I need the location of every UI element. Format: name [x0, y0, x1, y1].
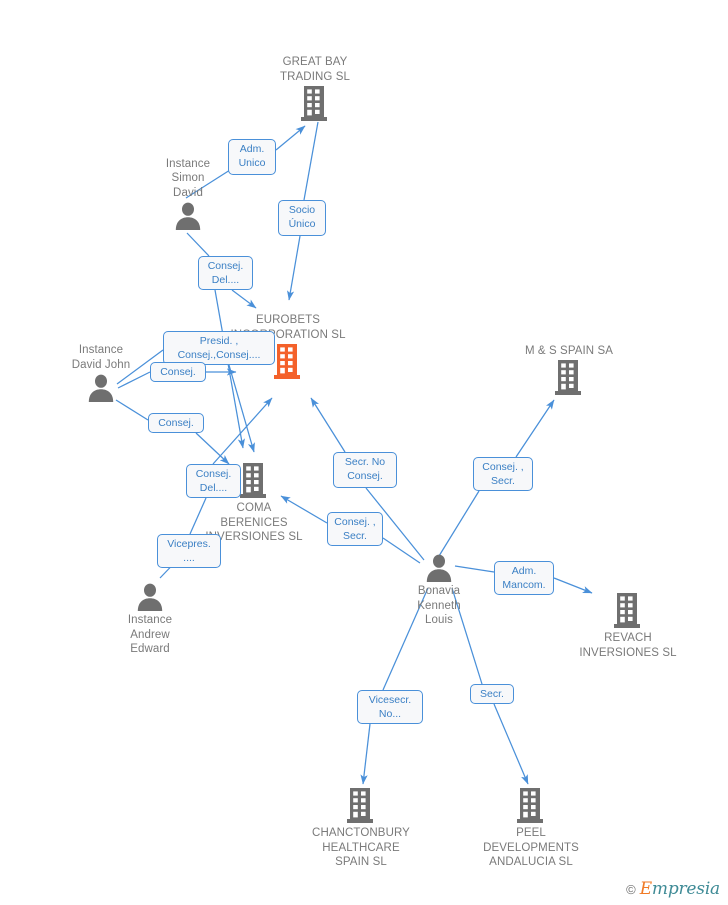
company-building-icon — [274, 344, 300, 379]
brand-remainder: mpresia — [651, 879, 720, 899]
edge-admunico-greatbay — [275, 125, 306, 151]
edge-label-lbl_consej_secr_2[interactable]: Consej. , Secr. — [473, 457, 533, 491]
node-andrew_edward[interactable]: Instance Andrew Edward — [90, 582, 210, 657]
person-icon-simon_david — [128, 201, 248, 231]
node-ms_spain[interactable]: M & S SPAIN SA — [509, 344, 629, 398]
edge-label-lbl_consej_del_top[interactable]: Consej. Del.... — [198, 256, 253, 290]
node-label-peel: PEEL DEVELOPMENTS ANDALUCIA SL — [483, 827, 579, 868]
company-building-icon — [240, 463, 266, 498]
person-avatar-icon — [426, 554, 452, 582]
edge-consejdel-eurobets — [231, 289, 257, 309]
node-label-great_bay: GREAT BAY TRADING SL — [279, 56, 350, 83]
company-icon-peel — [471, 787, 591, 825]
node-david_john[interactable]: Instance David John — [41, 343, 161, 403]
person-icon-andrew_edward — [90, 582, 210, 612]
person-avatar-icon — [137, 583, 163, 611]
node-label-bonavia: Bonavia Kenneth Louis — [417, 585, 461, 626]
edge-bonavia-consejsecr2 — [438, 490, 480, 557]
person-icon-bonavia — [379, 553, 499, 583]
company-building-icon — [614, 593, 640, 628]
node-chanctonbury[interactable]: CHANCTONBURY HEALTHCARE SPAIN SL — [301, 787, 421, 870]
node-revach[interactable]: REVACH INVERSIONES SL — [568, 592, 688, 660]
edge-davidjohn-consejb — [115, 399, 149, 421]
company-building-icon — [347, 788, 373, 823]
edge-label-lbl_presid[interactable]: Presid. , Consej.,Consej.... — [163, 331, 275, 365]
copyright-symbol: © — [626, 881, 636, 897]
edge-label-lbl_consej_a[interactable]: Consej. — [150, 362, 206, 382]
edge-label-lbl_secr[interactable]: Secr. — [470, 684, 514, 704]
edge-consejdel-bot-eurobets — [212, 397, 273, 465]
company-icon-chanctonbury — [301, 787, 421, 825]
edge-label-lbl_vicepres[interactable]: Vicepres. .... — [157, 534, 221, 568]
edge-simon-consejdel — [186, 232, 210, 257]
brand-initial: E — [639, 879, 652, 899]
node-label-ms_spain: M & S SPAIN SA — [524, 344, 614, 357]
edge-label-lbl_vicesecr[interactable]: Vicesecr. No... — [357, 690, 423, 724]
edge-secr-peel — [493, 703, 529, 785]
edge-admmancom-revach — [553, 577, 593, 594]
edge-secrnoconsej-eurobets — [310, 397, 346, 453]
company-building-icon — [301, 86, 327, 121]
empresia-watermark: © Empresia — [626, 879, 720, 899]
node-label-andrew_edward: Instance Andrew Edward — [127, 614, 173, 655]
node-label-david_john: Instance David John — [71, 344, 131, 371]
company-building-icon — [555, 360, 581, 395]
node-label-chanctonbury: CHANCTONBURY HEALTHCARE SPAIN SL — [312, 827, 410, 868]
edge-label-lbl_secr_no_consej[interactable]: Secr. No Consej. — [333, 452, 397, 488]
node-great_bay[interactable]: GREAT BAY TRADING SL — [255, 55, 375, 123]
edge-label-lbl_adm_unico[interactable]: Adm. Unico — [228, 139, 276, 175]
edge-label-lbl_adm_mancom[interactable]: Adm. Mancom. — [494, 561, 554, 595]
company-building-icon — [517, 788, 543, 823]
node-peel[interactable]: PEEL DEVELOPMENTS ANDALUCIA SL — [471, 787, 591, 870]
edge-socio-eurobets — [286, 235, 301, 301]
node-bonavia[interactable]: Bonavia Kenneth Louis — [379, 553, 499, 628]
edge-vicesecr-chanctonbury — [360, 723, 371, 785]
company-icon-ms_spain — [509, 359, 629, 397]
network-diagram-canvas: GREAT BAY TRADING SL Instance Simon David… — [0, 0, 728, 905]
edge-label-lbl_consej_del_bot[interactable]: Consej. Del.... — [186, 464, 241, 498]
edge-greatbay-socio — [303, 121, 319, 201]
edge-label-lbl_consej_secr_1[interactable]: Consej. , Secr. — [327, 512, 383, 546]
node-label-revach: REVACH INVERSIONES SL — [579, 632, 677, 659]
person-icon-david_john — [41, 373, 161, 403]
person-avatar-icon — [88, 374, 114, 402]
edge-label-lbl_consej_b[interactable]: Consej. — [148, 413, 204, 433]
company-icon-revach — [568, 592, 688, 630]
edge-label-lbl_socio_unico[interactable]: Socio Único — [278, 200, 326, 236]
edge-consejsecr2-msspain — [515, 399, 555, 458]
person-avatar-icon — [175, 202, 201, 230]
brand-wordmark: Empresia — [639, 879, 721, 899]
company-icon-great_bay — [255, 85, 375, 123]
edge-consejb-coma — [195, 432, 230, 465]
